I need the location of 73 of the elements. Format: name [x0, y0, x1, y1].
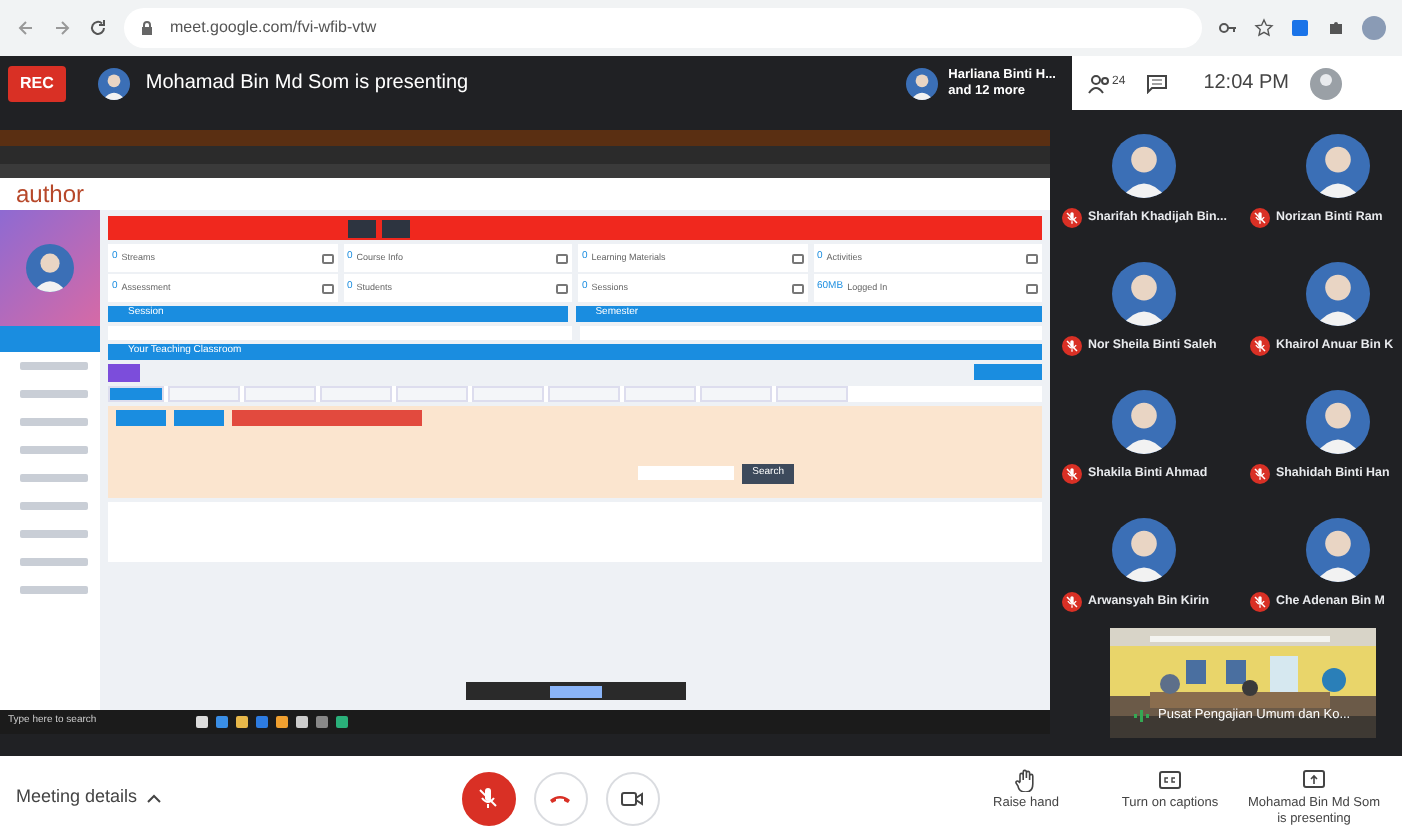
- recording-badge: REC: [8, 65, 66, 101]
- participant-avatar: [1306, 389, 1370, 453]
- star-icon[interactable]: [1254, 18, 1274, 38]
- toolbar-button[interactable]: [348, 219, 376, 237]
- microphone-button[interactable]: [461, 771, 516, 825]
- key-icon[interactable]: [1218, 18, 1238, 38]
- participant-avatar: [1306, 517, 1370, 581]
- chat-icon[interactable]: [1145, 73, 1168, 93]
- sidebar-item[interactable]: [20, 502, 88, 510]
- hand-icon: [1014, 768, 1038, 793]
- back-icon[interactable]: [16, 18, 36, 38]
- phone-hangup-icon: [548, 792, 573, 804]
- people-icon: [1088, 73, 1112, 93]
- tab[interactable]: [168, 386, 240, 402]
- stat-icon: [791, 253, 803, 263]
- participant-avatar: [1112, 517, 1176, 581]
- audio-indicator-icon: [1134, 709, 1150, 722]
- stat-icon: [556, 283, 568, 293]
- lock-icon: [140, 20, 154, 36]
- presenter-text: Mohamad Bin Md Som is presenting: [145, 70, 469, 98]
- sidebar-item[interactable]: [0, 326, 100, 352]
- stat-icon: [321, 283, 333, 293]
- mic-off-icon: [476, 786, 501, 810]
- participant-avatar: [1112, 133, 1176, 197]
- hang-up-button[interactable]: [533, 771, 588, 825]
- action-button[interactable]: [974, 364, 1042, 380]
- sidebar-item[interactable]: [20, 362, 88, 370]
- stat-icon: [321, 253, 333, 263]
- sidebar-item[interactable]: [20, 418, 88, 426]
- stat-icon: [1026, 283, 1038, 293]
- presenter-avatar: [97, 67, 130, 99]
- sidebar-item[interactable]: [20, 530, 88, 538]
- url-text: meet.google.com/fvi-wfib-vtw: [170, 18, 377, 36]
- sidebar-item[interactable]: [20, 446, 88, 454]
- tab[interactable]: [776, 386, 848, 402]
- app-logo: author: [16, 178, 85, 212]
- notification-button[interactable]: [549, 685, 601, 697]
- participant-avatar: [1112, 261, 1176, 325]
- camera-icon: [620, 789, 645, 807]
- tab[interactable]: [396, 386, 468, 402]
- search-field[interactable]: [638, 466, 735, 481]
- tab[interactable]: [700, 386, 772, 402]
- reload-icon[interactable]: [88, 18, 108, 38]
- tab[interactable]: [244, 386, 316, 402]
- captions-icon: [1158, 768, 1182, 793]
- present-icon: [1302, 768, 1326, 793]
- toolbar-button[interactable]: [382, 219, 410, 237]
- action-button[interactable]: [174, 410, 224, 426]
- clock-text: 12:04 PM: [1203, 70, 1289, 98]
- chevron-up-icon: [145, 792, 162, 804]
- profile-avatar-icon[interactable]: [1362, 16, 1386, 40]
- stat-icon: [791, 283, 803, 293]
- tab[interactable]: [108, 386, 164, 402]
- meeting-details-button[interactable]: Meeting details: [16, 784, 162, 812]
- sidebar-item[interactable]: [20, 474, 88, 482]
- stat-icon: [556, 253, 568, 263]
- participant-avatar: [1112, 389, 1176, 453]
- participant-avatar: [1306, 261, 1370, 325]
- sidebar-item[interactable]: [20, 390, 88, 398]
- forward-icon[interactable]: [52, 18, 72, 38]
- tab[interactable]: [472, 386, 544, 402]
- sidebar-item[interactable]: [20, 586, 88, 594]
- camera-button[interactable]: [605, 771, 660, 825]
- tab[interactable]: [548, 386, 620, 402]
- participant-avatar: [906, 67, 939, 99]
- sidebar-item[interactable]: [20, 558, 88, 566]
- stat-icon: [1026, 253, 1038, 263]
- action-button[interactable]: [232, 410, 422, 426]
- tab[interactable]: [320, 386, 392, 402]
- tab[interactable]: [624, 386, 696, 402]
- profile-avatar: [26, 244, 74, 292]
- participant-avatar: [1306, 133, 1370, 197]
- user-avatar-icon[interactable]: [1309, 67, 1341, 99]
